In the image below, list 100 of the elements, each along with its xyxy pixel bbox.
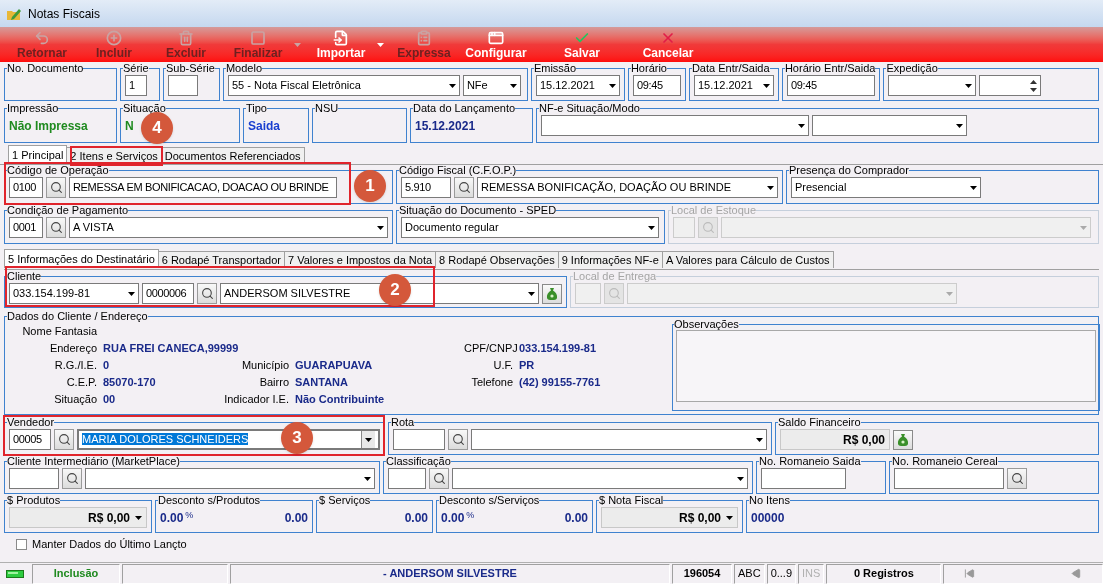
group-label: Situação [123,103,166,114]
field-value: Não Contribuinte [295,392,386,407]
notes-field[interactable] [676,330,1096,402]
search-icon [65,472,79,485]
search-icon [607,287,621,300]
field-label: Bairro [258,375,289,390]
search-icon [57,433,71,446]
search-button[interactable] [197,283,217,304]
toolbar-button[interactable]: Cancelar [632,27,704,62]
group-label: $ Produtos [7,495,61,506]
text-field[interactable]: 09:45 [632,75,681,96]
money-bag-icon [546,287,558,300]
search-button[interactable] [448,429,468,450]
caret-icon [377,42,384,47]
field-label: Telefone [470,375,513,390]
search-button[interactable] [46,177,66,198]
group-label: Observações [674,319,739,330]
clipboard-icon [416,29,432,46]
text-field[interactable]: REMESSA EM BONIFICACAO, DOACAO OU BRINDE [69,177,337,198]
search-button[interactable] [54,429,74,450]
toolbar-button[interactable]: Importar [305,27,388,62]
search-button[interactable] [1007,468,1027,489]
dropdown-field[interactable]: 15.12.2021 [693,75,774,96]
first-record-icon[interactable] [964,568,976,579]
group-label: Condição de Pagamento [7,205,129,216]
date-value: 15.12.2021 [415,118,476,135]
toolbar-button[interactable]: Salvar [546,27,618,62]
field-value: SANTANA [295,375,349,390]
field-label: Indicador I.E. [223,392,289,407]
search-button[interactable] [62,468,82,489]
caret-icon [608,83,616,88]
dropdown-field[interactable]: 15.12.2021 [535,75,620,96]
spin-field[interactable] [979,75,1042,96]
date-value: 00000 [751,510,785,527]
dropdown-field[interactable] [471,429,767,450]
financial-button[interactable] [893,429,913,450]
caret-icon [970,185,977,190]
dropdown-field[interactable]: NFe [462,75,521,96]
tab[interactable]: 8 Rodapé Observações [435,251,559,268]
dropdown-field[interactable] [812,115,967,136]
dropdown-field[interactable]: Documento regular [401,217,659,238]
group-label: Horário Entr/Saida [784,63,876,74]
caret-icon [965,83,973,88]
field-value: 0 [103,358,111,373]
dropdown-field[interactable]: A VISTA [69,217,388,238]
keyboard-indicator: ABC [734,563,765,584]
group-label: Código de Operação [7,165,109,176]
field-value: PR [519,358,536,373]
window-title: Notas Fiscais [28,5,101,23]
dropdown-field[interactable]: 033.154.199-81 [9,283,139,304]
text-field[interactable]: 1 [125,75,147,96]
dropdown-field[interactable]: REMESSA BONIFICAÇÃO, DOAÇÃO OU BRINDE [477,177,778,198]
dropdown-field[interactable] [85,468,375,489]
text-field[interactable]: 09:45 [786,75,876,96]
text-field[interactable]: 00005 [9,429,51,450]
dropdown-field[interactable] [452,468,748,489]
tab[interactable]: 5 Informações do Destinatário [4,249,159,268]
checkbox[interactable] [16,538,27,550]
record-number: 196054 [672,563,732,584]
text-field[interactable]: 0100 [9,177,43,198]
text-field[interactable] [388,468,426,489]
amount-dropdown[interactable]: R$ 0,00 [9,507,147,528]
text-field[interactable] [761,468,846,489]
balance-field: R$ 0,00 [780,429,890,450]
dropdown-field[interactable]: Presencial [791,177,981,198]
text-field[interactable]: 5.910 [401,177,451,198]
text-field[interactable] [168,75,198,96]
group-label: Data do Lançamento [413,103,516,114]
amount-dropdown[interactable]: R$ 0,00 [601,507,738,528]
tab[interactable]: A Valores para Cálculo de Custos [661,251,834,268]
group-label: Rota [391,417,415,428]
text-field[interactable]: 0000006 [142,283,194,304]
group-label: NF-e Situação/Modo [539,103,640,114]
toolbar-button[interactable]: Configurar [460,27,532,62]
dropdown-field[interactable] [888,75,977,96]
search-icon [49,181,63,194]
caret-icon [648,225,655,230]
caret-icon [294,42,301,47]
previous-record-icon[interactable] [1071,568,1082,579]
search-button[interactable] [46,217,66,238]
number-value: 0.00 [563,510,588,527]
dropdown-field[interactable] [541,115,809,136]
caret-icon [946,291,953,296]
group-label: Cliente Intermediário (MarketPlace) [7,456,180,467]
text-field[interactable] [393,429,445,450]
financial-button[interactable] [542,283,562,304]
field-label: Nome Fantasia [21,324,97,339]
text-field[interactable] [894,468,1004,489]
square-icon [250,29,266,46]
field-label: Situação [53,392,97,407]
text-field[interactable]: 0001 [9,217,43,238]
caret-icon [798,123,805,128]
tab[interactable]: 9 Informações NF-e [557,251,663,268]
dropdown-field[interactable]: 55 - Nota Fiscal Eletrônica [227,75,460,96]
text-field[interactable] [9,468,59,489]
caret-icon [1080,225,1087,230]
search-button[interactable] [454,177,474,198]
spinner-icon [1030,79,1038,92]
search-button[interactable] [429,468,449,489]
caret-icon [756,437,763,442]
